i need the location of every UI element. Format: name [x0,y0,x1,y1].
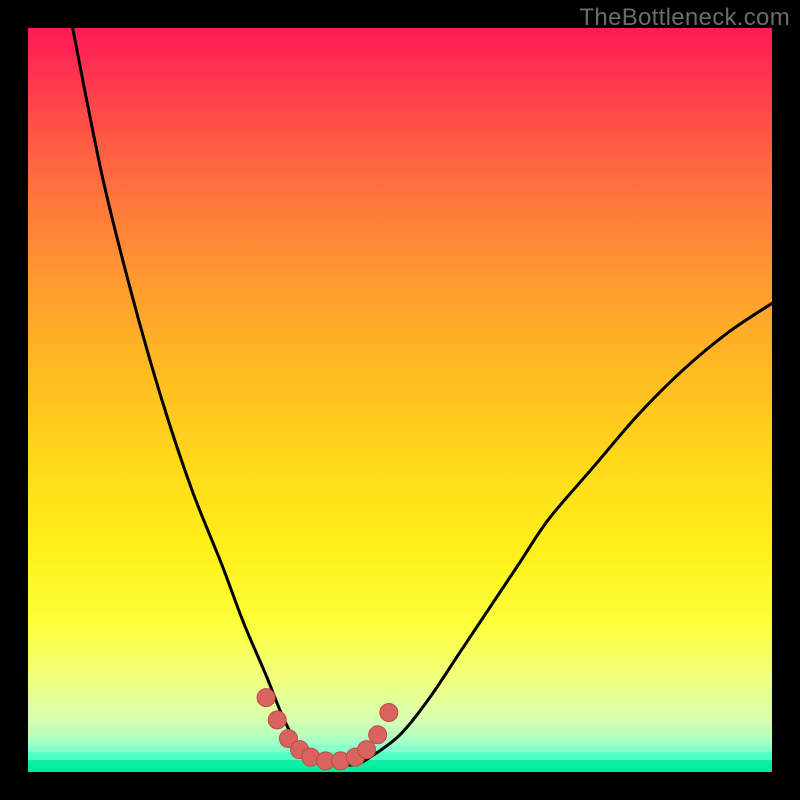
bottleneck-curve-svg [28,28,772,772]
watermark-text: TheBottleneck.com [579,4,790,32]
curve-path [73,28,772,765]
valley-marker [257,689,275,707]
valley-marker-group [257,689,398,770]
valley-marker [358,741,376,759]
valley-marker [268,711,286,729]
valley-marker [380,703,398,721]
plot-area [28,28,772,772]
valley-marker [369,726,387,744]
